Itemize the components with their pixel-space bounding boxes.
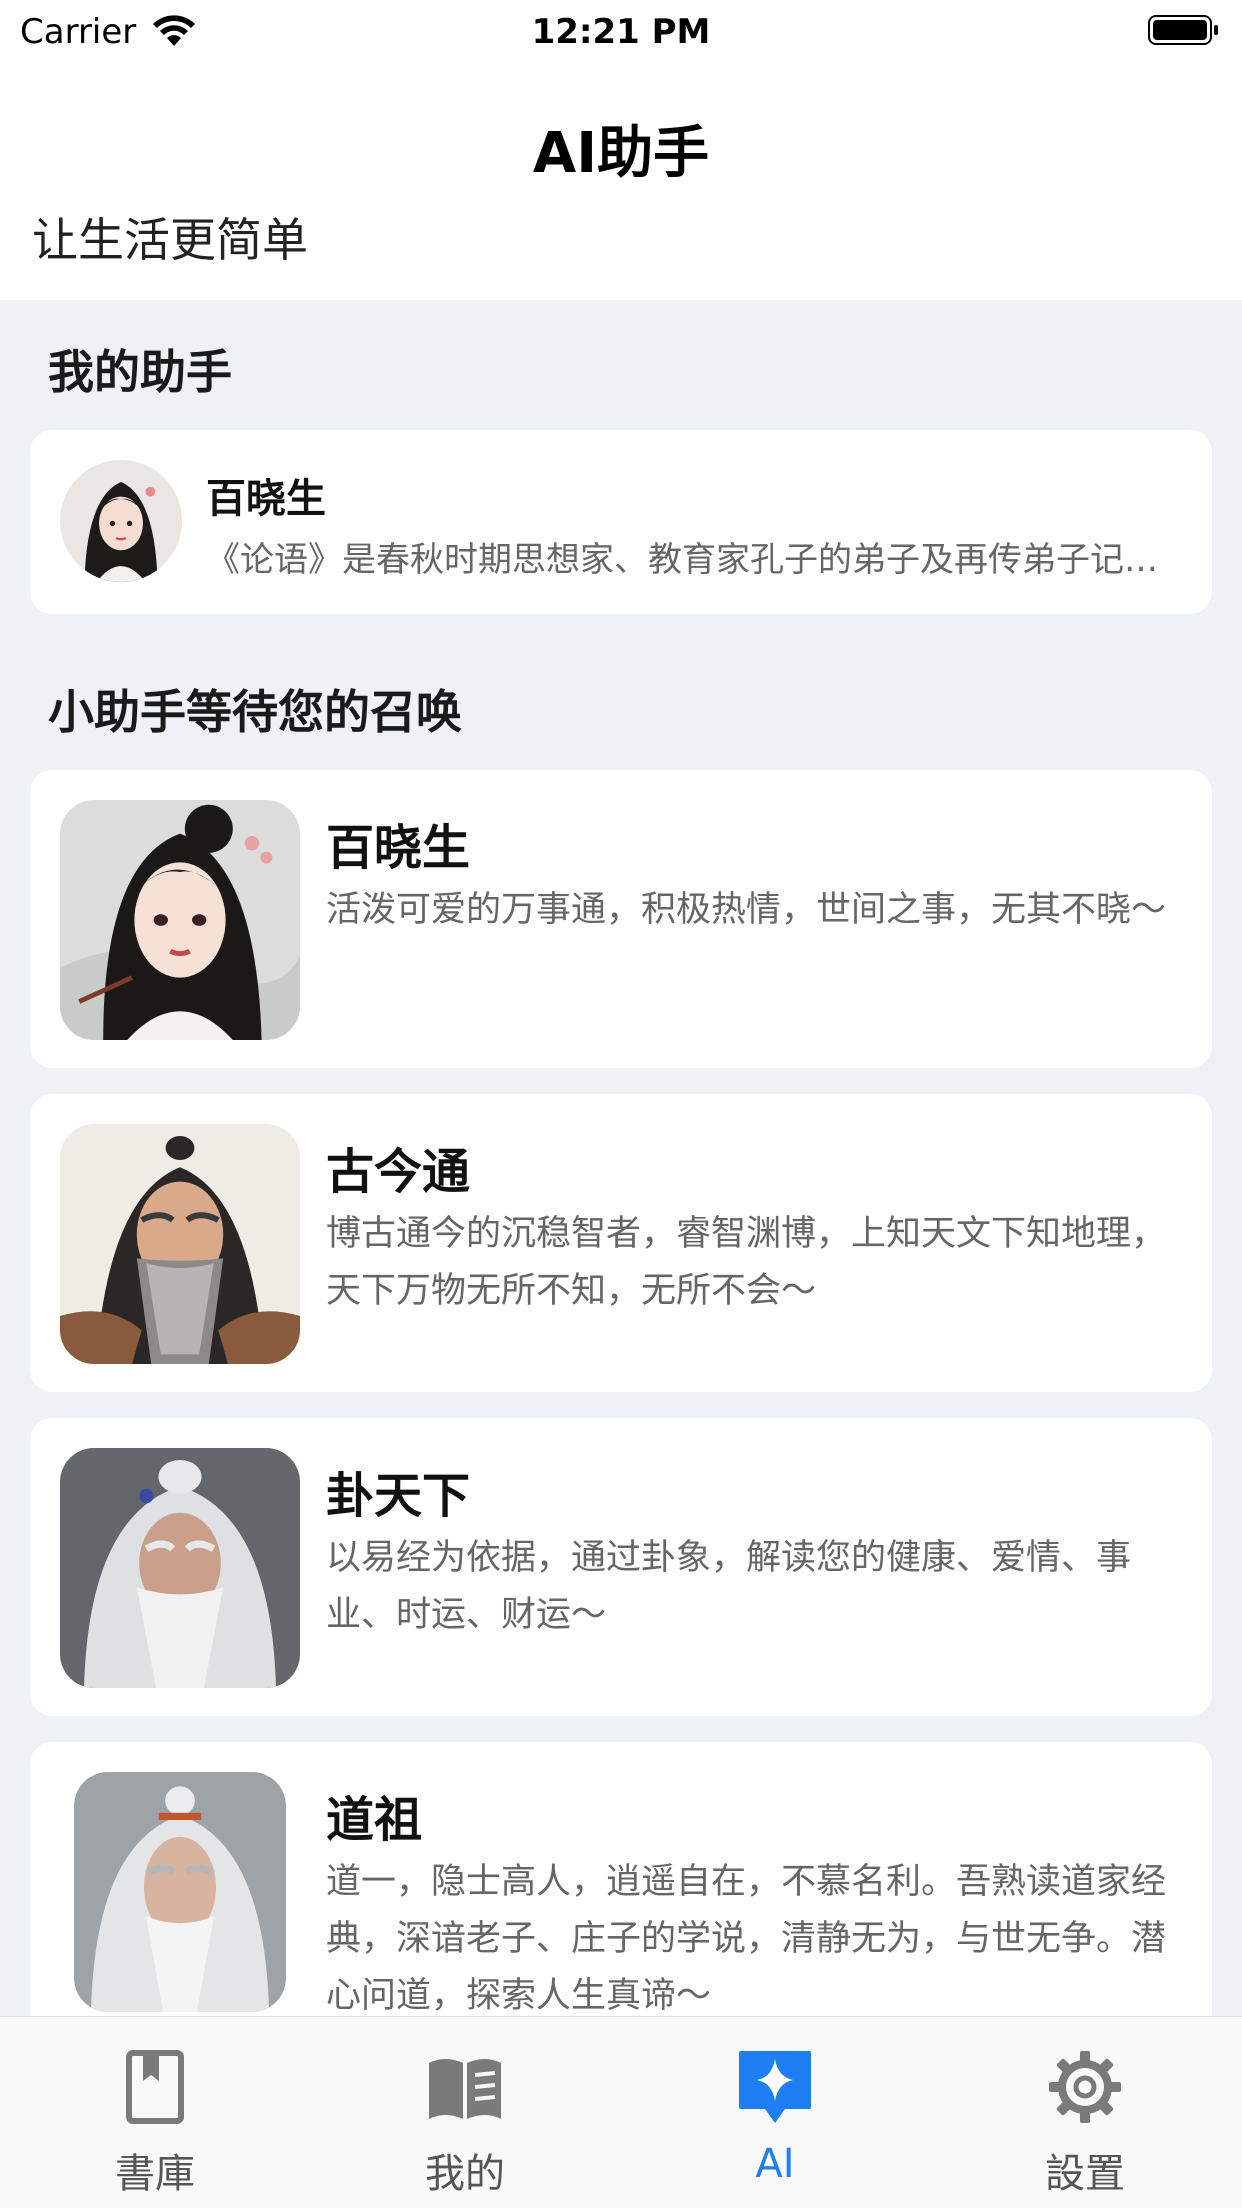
assistant-name: 道祖	[326, 1792, 423, 1848]
open-book-icon	[429, 2059, 501, 2119]
my-assistant-name: 百晓生	[206, 476, 326, 522]
status-bar: Carrier 12:21 PM	[0, 0, 1242, 62]
section-title-waiting: 小助手等待您的召唤	[48, 685, 462, 739]
assistant-desc: 以易经为依据，通过卦象，解读您的健康、爱情、事业、时运、财运～	[326, 1538, 1132, 1635]
page-header: AI助手 让生活更简单	[0, 62, 1242, 300]
ai-sparkle-icon	[739, 2051, 811, 2123]
assistant-image	[74, 1772, 286, 2012]
portrait-girl-image	[60, 800, 300, 1040]
assistant-card-baixiaosheng[interactable]: 百晓生 活泼可爱的万事通，积极热情，世间之事，无其不晓～	[30, 770, 1212, 1068]
tab-label: 我的	[425, 2151, 505, 2197]
page-subtitle: 让生活更简单	[32, 213, 308, 267]
assistant-name: 古今通	[326, 1144, 471, 1200]
portrait-elder-image	[60, 1124, 300, 1364]
tab-library[interactable]: 書庫	[0, 2017, 310, 2208]
assistant-name: 卦天下	[326, 1468, 471, 1524]
tab-ai[interactable]: AI	[620, 2017, 930, 2208]
assistant-card-gujintong[interactable]: 古今通 博古通今的沉稳智者，睿智渊博，上知天文下知地理，天下万物无所不知，无所不…	[30, 1094, 1212, 1392]
assistant-image	[60, 800, 300, 1040]
tab-bar: 書庫 我的 AI 設置	[0, 2016, 1242, 2208]
my-assistant-card[interactable]: 百晓生 《论语》是春秋时期思想家、教育家孔子的弟子及再传弟子记录孔子及其弟子言行…	[30, 430, 1212, 614]
ai-assistant-screen: Carrier 12:21 PM AI助手 让生活更简单 我的助手 百晓生 《论…	[0, 0, 1242, 2208]
section-title-my-assistant: 我的助手	[48, 345, 232, 399]
assistant-name: 百晓生	[326, 820, 471, 876]
portrait-daoist-image	[74, 1772, 286, 2012]
page-title: AI助手	[532, 121, 710, 186]
clock: 12:21 PM	[531, 12, 711, 52]
book-icon	[126, 2050, 184, 2124]
assistant-desc: 活泼可爱的万事通，积极热情，世间之事，无其不晓～	[326, 890, 1167, 930]
portrait-girl-image	[60, 460, 182, 582]
gear-icon	[1049, 2051, 1121, 2123]
tab-label: AI	[755, 2141, 795, 2187]
tab-settings[interactable]: 設置	[930, 2017, 1240, 2208]
assistant-image	[60, 1124, 300, 1364]
assistant-image	[60, 1448, 300, 1688]
tab-label: 書庫	[115, 2151, 195, 2197]
assistant-desc: 道一，隐士高人，逍遥自在，不慕名利。吾熟读道家经典，深谙老子、庄子的学说，清静无…	[326, 1862, 1167, 2016]
assistant-desc: 博古通今的沉稳智者，睿智渊博，上知天文下知地理，天下万物无所不知，无所不会～	[326, 1214, 1167, 1311]
portrait-white-hair-elder-image	[60, 1448, 300, 1688]
battery-icon	[1148, 15, 1218, 45]
tab-mine[interactable]: 我的	[310, 2017, 620, 2208]
avatar	[60, 460, 182, 582]
tab-label: 設置	[1045, 2151, 1125, 2197]
my-assistant-desc: 《论语》是春秋时期思想家、教育家孔子的弟子及再传弟子记录孔子及其弟子言行而编成的…	[206, 540, 1186, 580]
assistant-card-guatianxia[interactable]: 卦天下 以易经为依据，通过卦象，解读您的健康、爱情、事业、时运、财运～	[30, 1418, 1212, 1716]
